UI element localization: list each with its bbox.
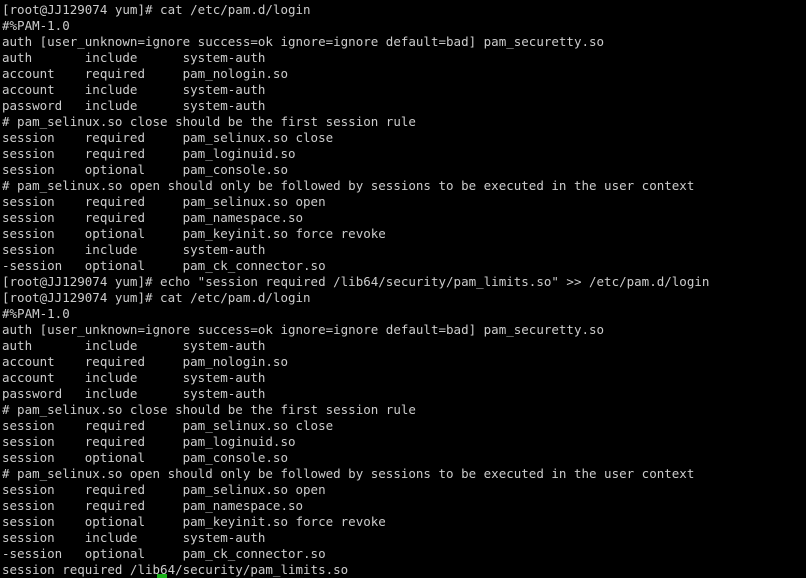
terminal-line: session required pam_selinux.so open: [2, 482, 326, 497]
terminal-line: # pam_selinux.so open should only be fol…: [2, 466, 695, 481]
terminal-line: session required pam_loginuid.so: [2, 434, 296, 449]
terminal-line: session required pam_loginuid.so: [2, 146, 296, 161]
terminal-line: session optional pam_console.so: [2, 162, 288, 177]
terminal-line: session required /lib64/security/pam_lim…: [2, 562, 349, 577]
terminal-output[interactable]: [root@JJ129074 yum]# cat /etc/pam.d/logi…: [2, 2, 806, 578]
terminal-line: auth [user_unknown=ignore success=ok ign…: [2, 34, 605, 49]
terminal-line: session required pam_selinux.so close: [2, 418, 334, 433]
terminal-line: session required pam_namespace.so: [2, 498, 304, 513]
terminal-line: account required pam_nologin.so: [2, 66, 288, 81]
terminal-line: # pam_selinux.so close should be the fir…: [2, 114, 416, 129]
terminal-line: #%PAM-1.0: [2, 18, 70, 33]
terminal-line: [root@JJ129074 yum]# cat /etc/pam.d/logi…: [2, 290, 311, 305]
terminal-line: session include system-auth: [2, 530, 266, 545]
terminal-line: session required pam_namespace.so: [2, 210, 304, 225]
terminal-line: session optional pam_console.so: [2, 450, 288, 465]
terminal-window[interactable]: [root@JJ129074 yum]# cat /etc/pam.d/logi…: [0, 0, 806, 578]
terminal-line: password include system-auth: [2, 98, 266, 113]
terminal-line: auth include system-auth: [2, 50, 266, 65]
terminal-line: #%PAM-1.0: [2, 306, 70, 321]
terminal-line: # pam_selinux.so open should only be fol…: [2, 178, 695, 193]
terminal-line: password include system-auth: [2, 386, 266, 401]
terminal-line: session include system-auth: [2, 242, 266, 257]
terminal-line: [root@JJ129074 yum]# echo "session requi…: [2, 274, 710, 289]
terminal-line: session required pam_selinux.so close: [2, 130, 334, 145]
terminal-line: auth [user_unknown=ignore success=ok ign…: [2, 322, 605, 337]
terminal-line: session optional pam_keyinit.so force re…: [2, 226, 386, 241]
terminal-line: # pam_selinux.so close should be the fir…: [2, 402, 416, 417]
terminal-line: account required pam_nologin.so: [2, 354, 288, 369]
terminal-line: session optional pam_keyinit.so force re…: [2, 514, 386, 529]
terminal-line: session required pam_selinux.so open: [2, 194, 326, 209]
terminal-line: [root@JJ129074 yum]# cat /etc/pam.d/logi…: [2, 2, 311, 17]
terminal-line: -session optional pam_ck_connector.so: [2, 258, 326, 273]
terminal-line: auth include system-auth: [2, 338, 266, 353]
terminal-line: account include system-auth: [2, 82, 266, 97]
terminal-line: -session optional pam_ck_connector.so: [2, 546, 326, 561]
terminal-cursor: [157, 574, 167, 578]
terminal-line: account include system-auth: [2, 370, 266, 385]
